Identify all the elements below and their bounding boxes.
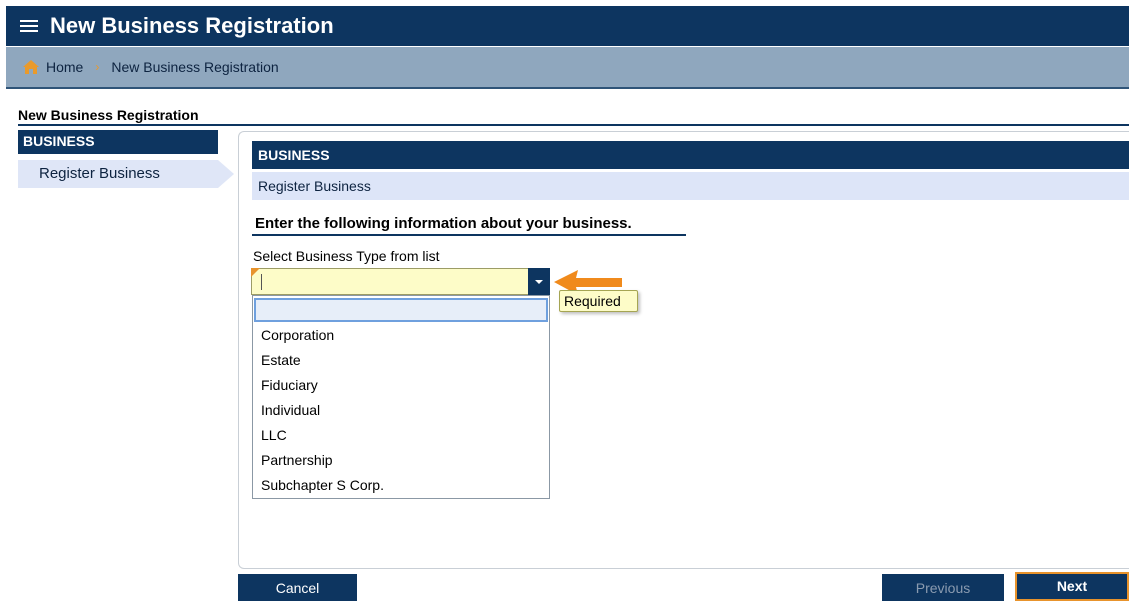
- text-cursor: [261, 274, 262, 290]
- dropdown-option-llc[interactable]: LLC: [253, 423, 549, 448]
- hamburger-menu-icon[interactable]: [20, 20, 38, 32]
- previous-button[interactable]: Previous: [882, 574, 1004, 601]
- business-type-label: Select Business Type from list: [253, 248, 440, 264]
- business-type-dropdown-list: Corporation Estate Fiduciary Individual …: [252, 295, 550, 499]
- required-marker-icon: [251, 268, 260, 277]
- title-bar: New Business Registration: [6, 6, 1129, 46]
- dropdown-option-corporation[interactable]: Corporation: [253, 323, 549, 348]
- breadcrumb-home-link[interactable]: Home: [46, 59, 83, 75]
- app-window: New Business Registration Home › New Bus…: [0, 0, 1129, 601]
- next-button[interactable]: Next: [1015, 572, 1129, 601]
- instruction-text: Enter the following information about yo…: [255, 215, 632, 232]
- page-title: New Business Registration: [18, 107, 199, 123]
- dropdown-option-subchapter-s-corp[interactable]: Subchapter S Corp.: [253, 473, 549, 498]
- home-icon[interactable]: [22, 59, 40, 75]
- dropdown-option-blank[interactable]: [254, 298, 548, 322]
- business-type-select[interactable]: [251, 268, 550, 295]
- breadcrumb: Home › New Business Registration: [6, 47, 1129, 89]
- breadcrumb-current[interactable]: New Business Registration: [111, 59, 278, 75]
- breadcrumb-separator-icon: ›: [95, 60, 100, 74]
- dropdown-option-partnership[interactable]: Partnership: [253, 448, 549, 473]
- dropdown-toggle-button[interactable]: [528, 268, 550, 295]
- required-tooltip: Required: [559, 290, 638, 312]
- dropdown-option-fiduciary[interactable]: Fiduciary: [253, 373, 549, 398]
- sidebar-item-register-business[interactable]: Register Business: [18, 160, 234, 188]
- chevron-down-icon: [535, 279, 543, 284]
- section-subheader: Register Business: [252, 172, 1129, 200]
- dropdown-option-estate[interactable]: Estate: [253, 348, 549, 373]
- app-title: New Business Registration: [50, 13, 334, 38]
- sidebar-section-business: BUSINESS: [18, 130, 218, 154]
- dropdown-option-individual[interactable]: Individual: [253, 398, 549, 423]
- instruction-divider: [252, 234, 686, 236]
- section-header: BUSINESS: [252, 141, 1129, 169]
- cancel-button[interactable]: Cancel: [238, 574, 357, 601]
- heading-divider: [18, 124, 1129, 126]
